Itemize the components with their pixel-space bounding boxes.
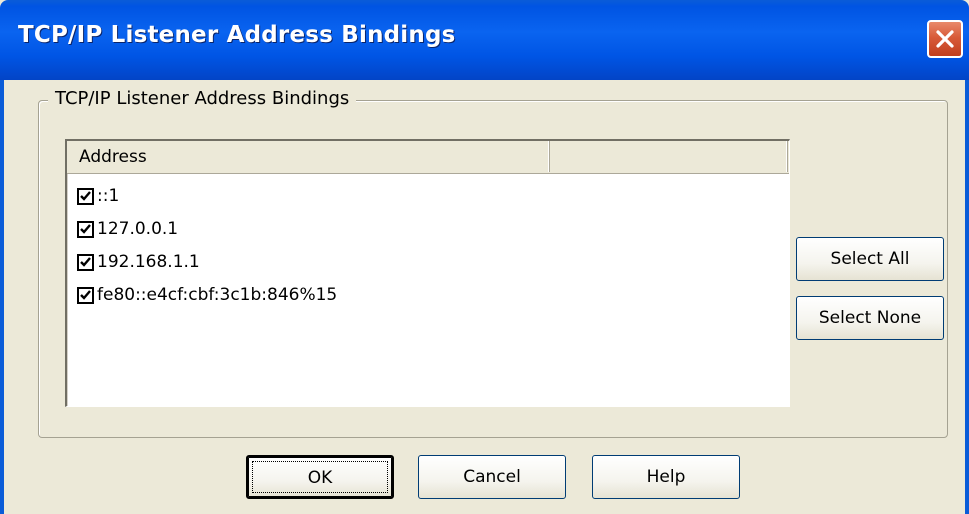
address-checkbox[interactable]	[77, 221, 94, 238]
address-checkbox[interactable]	[77, 287, 94, 304]
list-item[interactable]: 127.0.0.1	[77, 217, 777, 247]
address-label: ::1	[97, 186, 120, 206]
dialog-window: TCP/IP Listener Address Bindings TCP/IP …	[0, 0, 969, 514]
window-title: TCP/IP Listener Address Bindings	[18, 22, 456, 48]
address-label: 127.0.0.1	[97, 219, 179, 239]
address-label: fe80::e4cf:cbf:3c1b:846%15	[97, 285, 338, 305]
list-item[interactable]: 192.168.1.1	[77, 250, 777, 280]
groupbox-label: TCP/IP Listener Address Bindings	[48, 88, 357, 109]
checkmark-icon	[80, 191, 91, 201]
address-checkbox[interactable]	[77, 254, 94, 271]
ok-button[interactable]: OK	[246, 455, 394, 499]
column-header-address[interactable]: Address	[67, 141, 550, 172]
list-item[interactable]: fe80::e4cf:cbf:3c1b:846%15	[77, 283, 777, 313]
title-bar[interactable]: TCP/IP Listener Address Bindings	[0, 0, 969, 80]
address-checkbox[interactable]	[77, 188, 94, 205]
close-icon	[936, 30, 954, 48]
checkmark-icon	[80, 224, 91, 234]
list-header: Address	[67, 141, 789, 174]
window-frame-right	[965, 80, 969, 514]
focus-indicator	[252, 461, 388, 493]
column-header-blank[interactable]	[550, 141, 788, 172]
window-frame-left	[0, 80, 4, 514]
checkmark-icon	[80, 290, 91, 300]
checkmark-icon	[80, 257, 91, 267]
select-all-button[interactable]: Select All	[796, 237, 944, 281]
address-listview[interactable]: Address ::1 127.0.0.1 192.168.1.1 fe80::…	[65, 139, 790, 407]
address-label: 192.168.1.1	[97, 252, 200, 272]
close-button[interactable]	[927, 20, 963, 58]
help-button[interactable]: Help	[592, 455, 740, 499]
list-item[interactable]: ::1	[77, 184, 777, 214]
cancel-button[interactable]: Cancel	[418, 455, 566, 499]
select-none-button[interactable]: Select None	[796, 296, 944, 340]
